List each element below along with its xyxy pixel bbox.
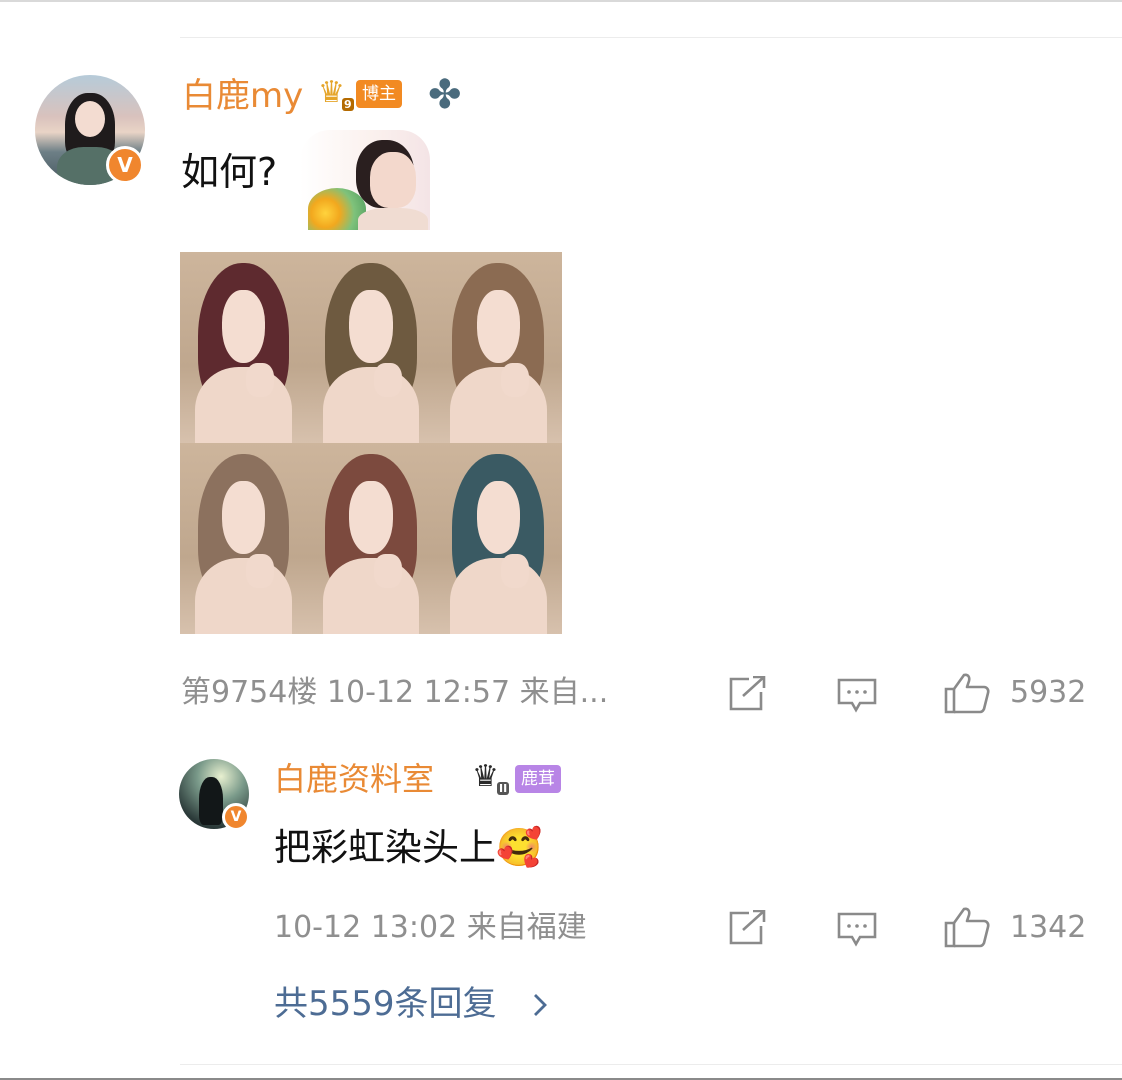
photo-body: [195, 557, 293, 634]
photo-body: [322, 366, 420, 443]
top-divider: [180, 37, 1122, 38]
blogger-badge: 博主: [356, 80, 402, 108]
clover-icon: ✤: [428, 72, 462, 118]
sticker-image: [300, 130, 430, 230]
photo-face: [222, 290, 266, 363]
photo-hand: [373, 362, 402, 398]
reply-share-icon[interactable]: [727, 910, 767, 946]
reply-like-count: 1342: [1010, 910, 1087, 945]
reply-datetime: 10-12 13:02: [274, 910, 458, 945]
bottom-divider: [180, 1064, 1122, 1065]
reply-crown-icon: ♛: [472, 759, 499, 794]
photo-cell[interactable]: [180, 443, 308, 634]
photo-hand: [500, 553, 529, 589]
photo-cell[interactable]: [307, 443, 435, 634]
photo-hand: [246, 553, 275, 589]
like-count: 5932: [1010, 675, 1087, 710]
photo-hand: [246, 362, 275, 398]
floor-number: 第9754楼: [181, 675, 318, 710]
photo-face: [476, 290, 520, 363]
sticker-shoulders: [358, 208, 428, 230]
reply-comment-icon[interactable]: [836, 911, 878, 947]
reply-text-content: 把彩虹染头上: [274, 826, 496, 869]
crown-icon: ♛: [318, 75, 345, 110]
chevron-right-icon[interactable]: [530, 992, 550, 1018]
sticker-head: [370, 152, 416, 208]
view-replies-link[interactable]: 共5559条回复: [274, 982, 497, 1026]
photo-cell[interactable]: [180, 252, 308, 443]
share-icon[interactable]: [727, 676, 767, 712]
photo-body: [195, 366, 293, 443]
photo-body: [449, 366, 547, 443]
photo-hand: [500, 362, 529, 398]
photo-face: [349, 290, 393, 363]
comment-meta: 第9754楼 10-12 12:57 来自...: [181, 673, 608, 713]
comment-text: 如何?: [181, 150, 278, 194]
username[interactable]: 白鹿my: [182, 74, 303, 118]
photo-grid[interactable]: [180, 252, 562, 634]
avatar-face: [75, 101, 105, 137]
comment-icon[interactable]: [836, 677, 878, 713]
comment-source: 来自...: [519, 675, 609, 710]
top-edge-line: [0, 0, 1122, 2]
crown-level: 9: [342, 98, 354, 111]
reply-source: 来自福建: [466, 910, 587, 945]
fan-badge: 鹿茸: [515, 765, 561, 793]
photo-cell[interactable]: [434, 443, 562, 634]
reply-like-icon[interactable]: [943, 906, 991, 948]
verified-badge-icon: V: [106, 146, 144, 184]
emoji-icon: 🥰: [496, 826, 543, 869]
reply-crown-level: II: [497, 782, 510, 795]
avatar-figure: [199, 777, 223, 825]
reply-meta: 10-12 13:02 来自福建: [274, 908, 587, 948]
reply-username[interactable]: 白鹿资料室: [274, 758, 434, 800]
reply-text: 把彩虹染头上🥰: [274, 824, 542, 872]
reply-verified-badge-icon: V: [222, 803, 250, 831]
photo-face: [222, 481, 266, 554]
photo-cell[interactable]: [434, 252, 562, 443]
like-icon[interactable]: [943, 672, 991, 714]
photo-cell[interactable]: [307, 252, 435, 443]
comment-datetime: 10-12 12:57: [326, 675, 511, 710]
photo-body: [449, 557, 547, 634]
photo-body: [322, 557, 420, 634]
photo-face: [349, 481, 393, 554]
photo-face: [476, 481, 520, 554]
photo-hand: [373, 553, 402, 589]
